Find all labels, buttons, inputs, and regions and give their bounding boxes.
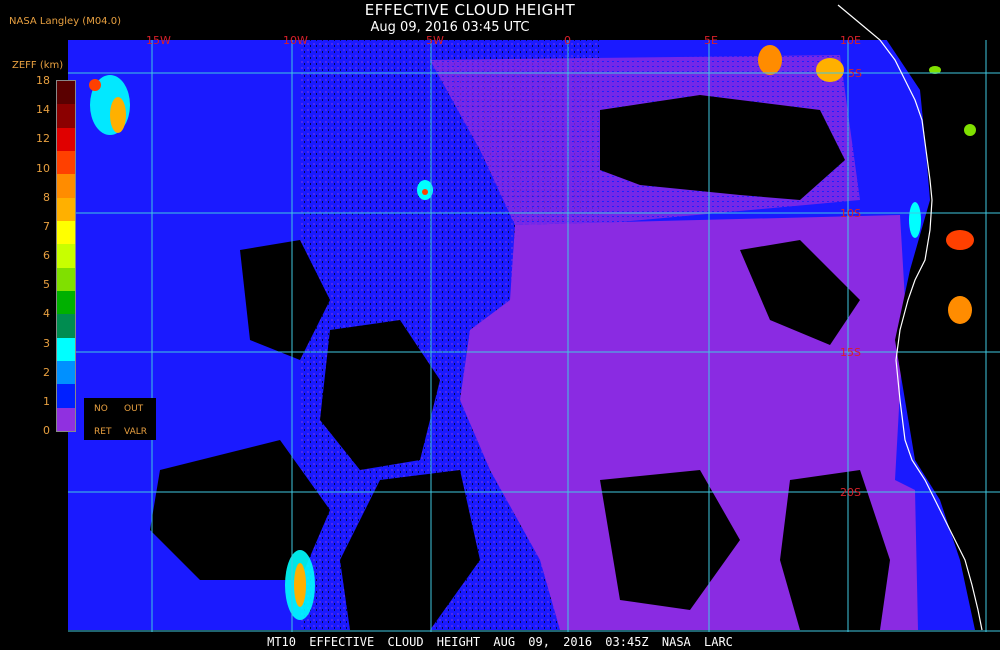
legend-swatch (57, 384, 75, 409)
legend-swatch (57, 104, 75, 129)
lon-label-10e: 10E (840, 34, 861, 47)
lon-label-15w: 15W (146, 34, 171, 47)
legend-out-label: OUT (124, 404, 144, 414)
legend-swatch (57, 291, 75, 315)
legend-ret-label: RET (94, 427, 112, 437)
legend-no-label: NO (94, 404, 108, 414)
legend-swatch (57, 221, 75, 245)
producer-label: NASA Langley (M04.0) (9, 16, 121, 27)
footer-caption: MT10 EFFECTIVE CLOUD HEIGHT AUG 09, 2016… (267, 635, 733, 649)
legend-swatch (57, 151, 75, 175)
lon-label-5e: 5E (704, 34, 718, 47)
legend-tick-label: 3 (43, 336, 50, 350)
legend-swatch (57, 267, 75, 292)
lat-label-20s: 20S (840, 486, 861, 499)
lat-label-10s: 10S (840, 207, 861, 220)
legend-tick-label: 1 (43, 394, 50, 408)
legend-swatch (57, 244, 75, 269)
legend-swatch (57, 127, 75, 152)
legend-tick-label: 2 (43, 365, 50, 379)
lon-label-5w: 5W (426, 34, 444, 47)
color-legend: ZEFF (km) 18 14 12 10 8 7 6 5 4 3 2 1 0 NO OUT RET V… (0, 60, 160, 450)
legend-color-bar (56, 80, 76, 432)
legend-tick-label: 4 (43, 307, 50, 321)
legend-tick-label: 7 (43, 219, 50, 233)
lon-label-10w: 10W (283, 34, 308, 47)
map-timestamp: Aug 09, 2016 03:45 UTC (370, 20, 530, 35)
legend-title: ZEFF (km) (12, 60, 64, 71)
legend-tick-label: 18 (36, 74, 50, 87)
legend-valr-label: VALR (124, 427, 148, 437)
lat-label-15s: 15S (840, 346, 861, 359)
legend-tick-label: 12 (36, 132, 50, 146)
legend-swatch (57, 407, 75, 432)
legend-swatch (57, 81, 75, 105)
legend-category-box: NO OUT RET VALR (84, 398, 156, 440)
legend-swatch (57, 361, 75, 385)
legend-swatch (57, 314, 75, 339)
legend-tick-label: 10 (36, 161, 50, 175)
legend-tick-label: 14 (36, 103, 50, 117)
legend-tick-label: 6 (43, 249, 50, 262)
lon-label-0: 0 (564, 34, 571, 47)
legend-swatch (57, 197, 75, 222)
legend-tick-label: 5 (43, 278, 50, 292)
legend-swatch (57, 174, 75, 199)
legend-swatch (57, 337, 75, 362)
legend-tick-label: 8 (43, 190, 50, 204)
map-title: EFFECTIVE CLOUD HEIGHT (364, 1, 576, 19)
legend-tick-label: 0 (43, 424, 50, 437)
lat-label-5s: 5S (848, 67, 862, 80)
